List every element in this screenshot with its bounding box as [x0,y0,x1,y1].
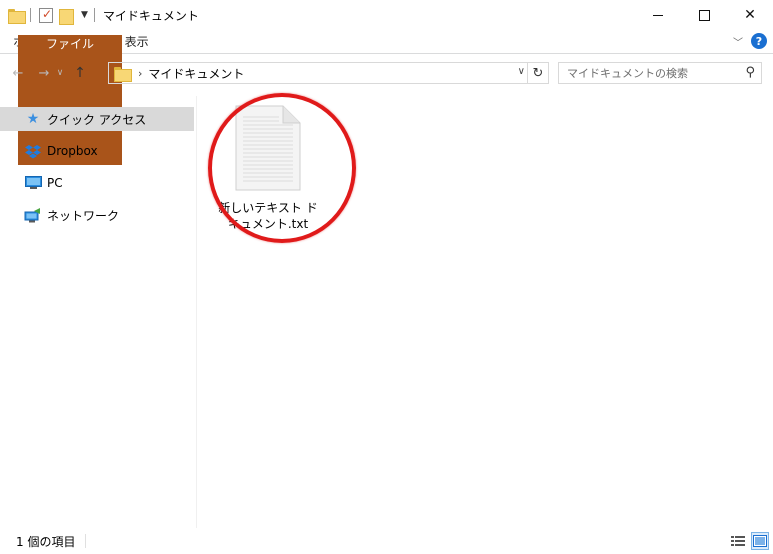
status-bar: 1 個の項目 [0,528,773,554]
sidebar-item-quick-access[interactable]: ★ クイック アクセス [0,107,194,131]
ribbon-tabs: ファイル ホーム 共有 表示 ﹀ ? [0,30,773,165]
back-button[interactable]: ← [8,63,28,83]
minimize-button[interactable] [635,0,681,30]
folder-icon [114,66,132,82]
dropbox-icon [24,143,42,159]
customize-toolbar-dropdown-icon[interactable]: ▼ [81,10,88,20]
large-icons-view-icon [753,535,767,547]
file-list-area[interactable]: 新しいテキスト ドキュメント.txt [198,93,773,528]
refresh-button[interactable]: ↻ [527,63,548,83]
forward-arrow-icon: → [38,65,50,81]
window-controls: ✕ [635,0,773,30]
navigation-bar: ← → ∨ ↑ › マイドキュメント ∨ ↻ ⚲ [0,55,773,91]
sidebar-item-label: クイック アクセス [47,112,147,127]
details-view-icon [731,536,745,546]
sidebar-item-pc[interactable]: PC [0,167,196,199]
up-button[interactable]: ↑ [70,63,90,83]
item-count: 1 個の項目 [16,534,76,549]
status-separator [85,534,87,548]
network-icon [24,207,42,223]
sidebar-item-label: PC [47,176,63,190]
details-view-button[interactable] [729,532,747,550]
properties-icon[interactable] [39,7,53,23]
toolbar-separator [30,8,31,22]
view-buttons [729,532,769,550]
close-icon: ✕ [744,7,756,23]
address-dropdown-icon[interactable]: ∨ [518,66,525,77]
breadcrumb-chevron-icon[interactable]: › [138,67,142,80]
chevron-down-icon: ∨ [56,68,64,78]
close-button[interactable]: ✕ [727,0,773,30]
address-bar[interactable]: › マイドキュメント ∨ ↻ [108,62,549,84]
ribbon-right-controls: ﹀ ? [733,33,767,49]
pc-icon [24,175,42,191]
maximize-button[interactable] [681,0,727,30]
sidebar-item-network[interactable]: ネットワーク [0,199,196,231]
window-title: マイドキュメント [102,8,199,23]
search-icon[interactable]: ⚲ [745,65,755,80]
breadcrumb-path[interactable]: マイドキュメント [148,65,244,82]
refresh-icon: ↻ [532,65,544,81]
forward-button[interactable]: → [34,63,54,83]
sidebar-item-dropbox[interactable]: Dropbox [0,135,196,167]
folder-icon[interactable] [8,8,26,24]
search-box[interactable]: ⚲ [558,62,762,84]
quick-access-toolbar: ▼ マイドキュメント [0,0,199,30]
new-folder-icon[interactable] [59,7,74,25]
navigation-pane: ★ クイック アクセス Dropbox PC ネットワーク [0,96,197,528]
recent-locations-button[interactable]: ∨ [54,63,66,83]
red-highlight-circle [208,93,356,243]
large-icons-view-button[interactable] [751,532,769,550]
title-bar: ▼ マイドキュメント ✕ [0,0,773,30]
expand-ribbon-chevron-icon[interactable]: ﹀ [733,34,743,49]
help-icon[interactable]: ? [751,33,767,49]
up-arrow-icon: ↑ [74,65,86,81]
file-item[interactable]: 新しいテキスト ドキュメント.txt [208,93,356,243]
sidebar-item-label: ネットワーク [47,208,120,223]
search-input[interactable] [567,66,737,80]
toolbar-separator [93,8,95,22]
back-arrow-icon: ← [12,65,24,81]
sidebar-item-label: Dropbox [47,144,98,158]
star-icon: ★ [26,111,40,127]
